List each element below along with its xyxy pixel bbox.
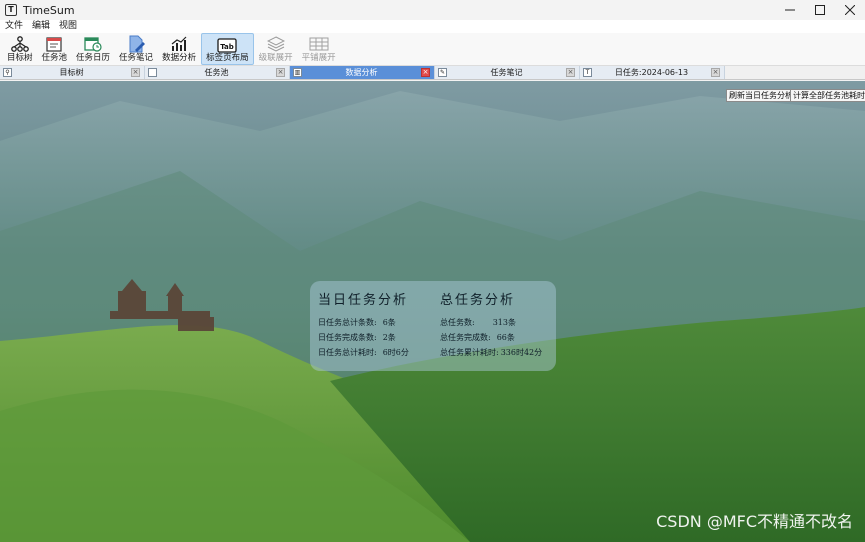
stat-label: 日任务总计条数: <box>318 318 377 327</box>
toolbar-label: 任务笔记 <box>119 53 154 63</box>
tab-task-pool[interactable]: 任务池 × <box>145 66 290 79</box>
tab-goal-tree[interactable]: ⚲ 目标树 × <box>0 66 145 79</box>
note-pen-icon: ✎ <box>438 68 447 77</box>
close-icon[interactable]: × <box>566 68 575 77</box>
total-analysis-title: 总任务分析 <box>440 293 516 308</box>
menu-edit[interactable]: 编辑 <box>28 20 54 33</box>
total-done-count-row: 总任务完成数: 66条 <box>440 330 542 345</box>
stat-label: 日任务完成条数: <box>318 333 377 342</box>
stat-value: 6时6分 <box>382 348 409 357</box>
toolbar-goal-tree-button[interactable]: 目标树 <box>3 33 37 65</box>
toolbar-task-pool-button[interactable]: 任务池 <box>38 33 72 65</box>
document-tab-bar: ⚲ 目标树 × 任务池 × ▥ 数据分析 × ✎ 任务笔记 × T 日任务:20… <box>0 66 865 80</box>
note-pen-icon <box>126 35 146 53</box>
close-icon[interactable]: × <box>421 68 430 77</box>
toolbar-label: 任务池 <box>41 53 68 63</box>
toolbar-data-analysis-button[interactable]: 数据分析 <box>158 33 200 65</box>
window-title: TimeSum <box>23 3 75 17</box>
app-icon: T <box>583 68 592 77</box>
toolbar-label: 目标树 <box>7 53 33 63</box>
watermark: CSDN @MFC不精通不改名 <box>656 512 853 531</box>
stat-value: 6条 <box>382 318 396 327</box>
stat-label: 日任务总计耗时: <box>318 348 377 357</box>
stat-value: 66条 <box>496 333 515 342</box>
window-controls <box>775 0 865 20</box>
calendar-clock-icon <box>83 35 103 53</box>
tab-label: 任务笔记 <box>490 68 523 77</box>
stat-label: 总任务完成数: <box>440 333 491 342</box>
title-bar: T TimeSum <box>0 0 865 20</box>
tab-label: 数据分析 <box>345 68 378 77</box>
close-icon[interactable]: × <box>711 68 720 77</box>
menu-view[interactable]: 视图 <box>55 20 81 33</box>
toolbar-tile-button[interactable]: 平铺展开 <box>298 33 340 65</box>
tab-icon-text: Tab <box>221 43 235 51</box>
tile-icon <box>309 35 329 53</box>
minimize-button[interactable] <box>775 0 805 20</box>
calendar-icon <box>44 35 64 53</box>
toolbar-cascade-button[interactable]: 级联展开 <box>255 33 297 65</box>
close-icon[interactable]: × <box>131 68 140 77</box>
tab-daily-task[interactable]: T 日任务:2024-06-13 × <box>580 66 725 79</box>
tab-label: 目标树 <box>59 68 84 77</box>
total-analysis-section: 总任务分析 总任务数: 313条 总任务完成数: 66条 总任务累计耗时: 336时4… <box>440 289 542 360</box>
toolbar-label: 数据分析 <box>162 53 197 63</box>
toolbar-label: 标签页布局 <box>206 53 249 63</box>
tab-label: 任务池 <box>204 68 229 77</box>
stat-value: 336时42分 <box>500 348 543 357</box>
daily-analysis-section: 当日任务分析 日任务总计条数: 6条 日任务完成条数: 2条 日任务总计耗时: 6时6… <box>318 289 409 360</box>
maximize-icon <box>815 5 825 15</box>
layers-icon <box>266 35 286 53</box>
menu-bar: 文件 编辑 视图 <box>0 20 865 33</box>
tree-icon: ⚲ <box>3 68 12 77</box>
minimize-icon <box>785 9 795 11</box>
chart-icon: ▥ <box>293 68 302 77</box>
analysis-view: 刷新当日任务分析 计算全部任务池耗时 当日任务分析 日任务总计条数: 6条 日任务… <box>0 81 865 542</box>
tab-task-notes[interactable]: ✎ 任务笔记 × <box>435 66 580 79</box>
stat-value: 313条 <box>492 318 516 327</box>
toolbar-label: 级联展开 <box>258 53 293 63</box>
chart-icon <box>169 35 189 53</box>
calendar-icon <box>148 68 157 77</box>
stat-label: 总任务累计耗时: <box>440 348 499 357</box>
daily-done-count-row: 日任务完成条数: 2条 <box>318 330 409 345</box>
toolbar-label: 任务日历 <box>76 53 111 63</box>
calc-total-time-button[interactable]: 计算全部任务池耗时 <box>790 89 865 102</box>
toolbar-task-notes-button[interactable]: 任务笔记 <box>115 33 157 65</box>
toolbar: 目标树 任务池 任务日历 任务笔记 数据分析 Tab 标签页布局 级联展开 平铺… <box>0 33 865 66</box>
tab-data-analysis[interactable]: ▥ 数据分析 × <box>290 66 435 79</box>
toolbar-task-calendar-button[interactable]: 任务日历 <box>72 33 114 65</box>
refresh-daily-analysis-button[interactable]: 刷新当日任务分析 <box>726 89 796 102</box>
analysis-panel: 当日任务分析 日任务总计条数: 6条 日任务完成条数: 2条 日任务总计耗时: 6时6… <box>310 281 556 371</box>
total-time-row: 总任务累计耗时: 336时42分 <box>440 345 542 360</box>
daily-analysis-title: 当日任务分析 <box>318 293 409 308</box>
close-button[interactable] <box>835 0 865 20</box>
tab-label: 日任务:2024-06-13 <box>614 68 689 77</box>
daily-total-time-row: 日任务总计耗时: 6时6分 <box>318 345 409 360</box>
toolbar-label: 平铺展开 <box>301 53 336 63</box>
total-count-row: 总任务数: 313条 <box>440 315 542 330</box>
stat-label: 总任务数: <box>440 318 475 327</box>
stat-value: 2条 <box>382 333 396 342</box>
toolbar-tab-layout-button[interactable]: Tab 标签页布局 <box>201 33 254 65</box>
tab-icon: Tab <box>217 36 237 53</box>
daily-total-count-row: 日任务总计条数: 6条 <box>318 315 409 330</box>
maximize-button[interactable] <box>805 0 835 20</box>
close-icon[interactable]: × <box>276 68 285 77</box>
menu-file[interactable]: 文件 <box>1 20 27 33</box>
close-icon <box>845 5 855 15</box>
tree-icon <box>10 35 30 53</box>
app-icon: T <box>5 4 17 16</box>
